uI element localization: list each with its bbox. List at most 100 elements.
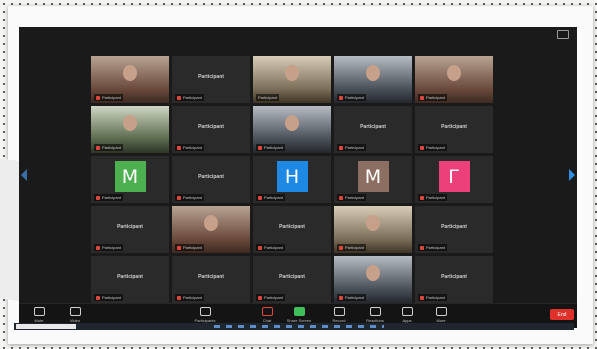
participant-label-text: Participant xyxy=(345,295,364,300)
participant-label-text: Participant xyxy=(345,245,364,250)
participant-label-text: Participant xyxy=(102,245,121,250)
participant-label: Participant xyxy=(418,294,447,301)
microphone-button[interactable]: Mute xyxy=(21,307,57,323)
participant-tile[interactable]: Participant Participant xyxy=(253,256,331,303)
participant-label: Participant xyxy=(418,94,447,101)
muted-microphone-icon xyxy=(258,295,262,300)
reactions-icon xyxy=(369,307,381,316)
participant-tile[interactable]: Participant xyxy=(253,106,331,153)
participant-tile[interactable]: Participant Participant xyxy=(415,206,493,253)
muted-microphone-icon xyxy=(258,145,262,150)
participant-tile[interactable]: Г Participant xyxy=(415,156,493,203)
participant-label: Participant xyxy=(94,194,123,201)
previous-page-icon[interactable] xyxy=(21,169,27,181)
participant-label: Participant xyxy=(94,94,123,101)
next-page-icon[interactable] xyxy=(569,169,575,181)
reactions-button[interactable]: Reactions xyxy=(357,307,393,323)
participant-label-text: Participant xyxy=(183,195,202,200)
participant-face xyxy=(123,115,137,131)
participant-tile[interactable]: Participant Participant xyxy=(91,206,169,253)
participant-face xyxy=(285,65,299,81)
participant-tile[interactable]: Participant xyxy=(172,206,250,253)
participant-label-text: Participant xyxy=(426,295,445,300)
chat-button[interactable]: Chat xyxy=(249,307,285,323)
participant-label-text: Participant xyxy=(264,145,283,150)
participant-label: Participant xyxy=(94,244,123,251)
participant-label-text: Participant xyxy=(264,195,283,200)
muted-microphone-icon xyxy=(177,145,181,150)
muted-microphone-icon xyxy=(339,195,343,200)
participant-name: Participant xyxy=(198,123,224,130)
end-meeting-button[interactable]: End xyxy=(550,309,574,320)
more-button[interactable]: More xyxy=(423,307,459,323)
apps-icon xyxy=(401,307,413,316)
participant-tile[interactable]: Participant Participant xyxy=(91,256,169,303)
participant-tile[interactable]: Participant Participant xyxy=(334,106,412,153)
participant-tile[interactable]: Participant Participant xyxy=(172,56,250,103)
apps-button[interactable]: Apps xyxy=(389,307,425,323)
participant-label-text: Participant xyxy=(264,295,283,300)
participant-face xyxy=(204,215,218,231)
participant-name: Participant xyxy=(198,73,224,80)
participant-name: Participant xyxy=(279,273,305,280)
participant-label: Participant xyxy=(337,294,366,301)
muted-microphone-icon xyxy=(258,245,262,250)
participant-tile[interactable]: Participant Participant xyxy=(415,256,493,303)
participant-tile[interactable]: Participant Participant xyxy=(415,106,493,153)
share-screen-button[interactable]: Share Screen xyxy=(281,307,317,323)
participant-tile[interactable]: Participant xyxy=(91,56,169,103)
participant-tile[interactable]: Participant Participant xyxy=(172,106,250,153)
muted-microphone-icon xyxy=(339,295,343,300)
participant-avatar: M xyxy=(357,161,389,192)
participant-label-text: Participant xyxy=(258,95,277,100)
participant-name: Participant xyxy=(279,223,305,230)
participant-tile[interactable]: Participant xyxy=(334,56,412,103)
video-camera-button[interactable]: Video xyxy=(57,307,93,323)
participant-tile[interactable]: Participant xyxy=(415,56,493,103)
participant-label: Participant xyxy=(256,294,285,301)
muted-microphone-icon xyxy=(420,195,424,200)
gallery-view-icon[interactable] xyxy=(557,30,569,39)
participant-label: Participant xyxy=(418,194,447,201)
participant-face xyxy=(447,65,461,81)
participant-tile[interactable]: Participant xyxy=(334,256,412,303)
participant-face xyxy=(123,65,137,81)
participant-name: Participant xyxy=(441,123,467,130)
muted-microphone-icon xyxy=(420,145,424,150)
taskbar-search[interactable] xyxy=(16,324,76,329)
participant-tile[interactable]: Participant xyxy=(334,206,412,253)
participant-label: Participant xyxy=(175,294,204,301)
participant-tile[interactable]: M Participant xyxy=(334,156,412,203)
participant-tile[interactable]: M Participant xyxy=(91,156,169,203)
participant-label-text: Participant xyxy=(102,95,121,100)
muted-microphone-icon xyxy=(420,245,424,250)
microphone-icon xyxy=(33,307,45,316)
participant-tile[interactable]: Participant Participant xyxy=(172,256,250,303)
participant-face xyxy=(366,215,380,231)
participant-label: Participant xyxy=(337,244,366,251)
participant-label-text: Participant xyxy=(345,95,364,100)
participant-face xyxy=(285,115,299,131)
participant-label-text: Participant xyxy=(183,295,202,300)
participant-tile[interactable]: Participant xyxy=(91,106,169,153)
muted-microphone-icon xyxy=(420,95,424,100)
participant-tile[interactable]: Participant xyxy=(253,56,331,103)
participant-name: Participant xyxy=(441,273,467,280)
muted-microphone-icon xyxy=(96,245,100,250)
participant-name: Participant xyxy=(117,273,143,280)
participant-label: Participant xyxy=(256,94,279,101)
participants-button[interactable]: Participants xyxy=(187,307,223,323)
muted-microphone-icon xyxy=(420,295,424,300)
muted-microphone-icon xyxy=(258,195,262,200)
video-camera-icon xyxy=(69,307,81,316)
participant-label-text: Participant xyxy=(345,195,364,200)
participant-name: Participant xyxy=(117,223,143,230)
participant-name: Participant xyxy=(360,123,386,130)
participant-tile[interactable]: Participant Participant xyxy=(172,156,250,203)
record-button[interactable]: Record xyxy=(321,307,357,323)
more-icon xyxy=(435,307,447,316)
participant-label: Participant xyxy=(256,144,285,151)
participant-tile[interactable]: H Participant xyxy=(253,156,331,203)
participant-tile[interactable]: Participant Participant xyxy=(253,206,331,253)
participant-name: Participant xyxy=(441,223,467,230)
